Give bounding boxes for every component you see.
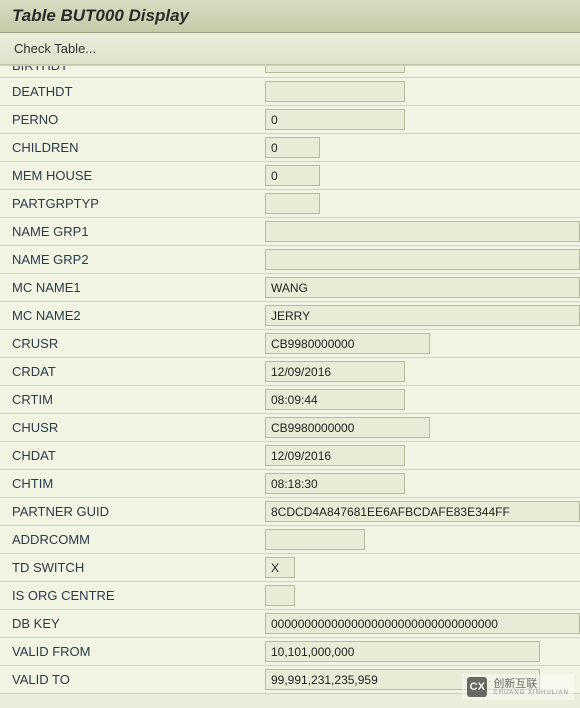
field-input[interactable]: CB9980000000: [265, 417, 430, 438]
watermark: CX 创新互联 CHUANG XINHULIAN: [462, 674, 574, 700]
page-title: Table BUT000 Display: [12, 6, 568, 26]
form-row: CRUSRCB9980000000: [0, 330, 580, 358]
field-label: VALID TO: [0, 666, 265, 693]
field-label: CHTIM: [0, 470, 265, 497]
form-row: TD SWITCHX: [0, 554, 580, 582]
field-value-cell: [265, 526, 580, 553]
form-row: MC NAME2JERRY: [0, 302, 580, 330]
field-value-cell: CB9980000000: [265, 414, 580, 441]
field-label: VALID FROM: [0, 638, 265, 665]
field-input[interactable]: [265, 81, 405, 102]
field-label: MC NAME1: [0, 274, 265, 301]
field-input[interactable]: 08:18:30: [265, 473, 405, 494]
field-label: ADDRCOMM: [0, 526, 265, 553]
field-input[interactable]: CB9980000000: [265, 333, 430, 354]
field-input[interactable]: 10,101,000,000: [265, 641, 540, 662]
check-table-menu[interactable]: Check Table...: [14, 41, 96, 56]
form-row: CHILDREN0: [0, 134, 580, 162]
form-row: CRDAT12/09/2016: [0, 358, 580, 386]
field-input[interactable]: [265, 66, 405, 73]
field-value-cell: [265, 246, 580, 273]
field-input[interactable]: [265, 529, 365, 550]
field-label: CRDAT: [0, 358, 265, 385]
field-value-cell: 0: [265, 134, 580, 161]
watermark-sub: CHUANG XINHULIAN: [493, 690, 569, 696]
field-input[interactable]: 0: [265, 109, 405, 130]
watermark-icon: CX: [467, 677, 487, 697]
title-bar: Table BUT000 Display: [0, 0, 580, 33]
form-row: PARTGRPTYP: [0, 190, 580, 218]
field-label: DEATHDT: [0, 78, 265, 105]
field-input[interactable]: 0000000000000000000000000000000000: [265, 613, 580, 634]
field-value-cell: [265, 78, 580, 105]
field-input[interactable]: 0: [265, 137, 320, 158]
field-value-cell: 08:18:30: [265, 470, 580, 497]
field-input[interactable]: [265, 221, 580, 242]
field-value-cell: [265, 190, 580, 217]
field-value-cell: 12/09/2016: [265, 442, 580, 469]
field-label: PARTGRPTYP: [0, 190, 265, 217]
form-row: CHDAT12/09/2016: [0, 442, 580, 470]
form-row: CHTIM08:18:30: [0, 470, 580, 498]
field-label: CHILDREN: [0, 134, 265, 161]
form-row: PERNO0: [0, 106, 580, 134]
field-input[interactable]: WANG: [265, 277, 580, 298]
field-input[interactable]: JERRY: [265, 305, 580, 326]
field-input[interactable]: [265, 249, 580, 270]
watermark-text: 创新互联: [493, 679, 569, 690]
field-input[interactable]: 0: [265, 165, 320, 186]
field-label: PERNO: [0, 106, 265, 133]
form-row: DB KEY0000000000000000000000000000000000: [0, 610, 580, 638]
field-value-cell: 08:09:44: [265, 386, 580, 413]
field-value-cell: 0000000000000000000000000000000000: [265, 610, 580, 637]
field-value-cell: X: [265, 554, 580, 581]
form-row: MEM HOUSE0: [0, 162, 580, 190]
form-row: CHUSRCB9980000000: [0, 414, 580, 442]
form-area: BIRTHDTDEATHDTPERNO0CHILDREN0MEM HOUSE0P…: [0, 65, 580, 694]
field-value-cell: [265, 66, 580, 77]
form-row: DEATHDT: [0, 78, 580, 106]
form-row: VALID FROM10,101,000,000: [0, 638, 580, 666]
field-input[interactable]: [265, 585, 295, 606]
form-row: MC NAME1WANG: [0, 274, 580, 302]
field-label: CRTIM: [0, 386, 265, 413]
field-input[interactable]: 8CDCD4A847681EE6AFBCDAFE83E344FF: [265, 501, 580, 522]
field-label: CHDAT: [0, 442, 265, 469]
field-input[interactable]: 12/09/2016: [265, 445, 405, 466]
form-row: ADDRCOMM: [0, 526, 580, 554]
field-label: CRUSR: [0, 330, 265, 357]
field-value-cell: 12/09/2016: [265, 358, 580, 385]
field-value-cell: 0: [265, 106, 580, 133]
field-value-cell: [265, 218, 580, 245]
form-row: CRTIM08:09:44: [0, 386, 580, 414]
field-label: MEM HOUSE: [0, 162, 265, 189]
field-value-cell: JERRY: [265, 302, 580, 329]
field-input[interactable]: 12/09/2016: [265, 361, 405, 382]
field-label: BIRTHDT: [0, 66, 265, 77]
toolbar: Check Table...: [0, 33, 580, 65]
field-input[interactable]: 08:09:44: [265, 389, 405, 410]
form-row: IS ORG CENTRE: [0, 582, 580, 610]
field-label: CHUSR: [0, 414, 265, 441]
field-label: DB KEY: [0, 610, 265, 637]
field-label: TD SWITCH: [0, 554, 265, 581]
field-label: IS ORG CENTRE: [0, 582, 265, 609]
form-row: NAME GRP2: [0, 246, 580, 274]
field-value-cell: 10,101,000,000: [265, 638, 580, 665]
form-row: NAME GRP1: [0, 218, 580, 246]
field-label: NAME GRP1: [0, 218, 265, 245]
field-value-cell: [265, 582, 580, 609]
field-label: MC NAME2: [0, 302, 265, 329]
field-value-cell: 8CDCD4A847681EE6AFBCDAFE83E344FF: [265, 498, 580, 525]
field-input[interactable]: [265, 193, 320, 214]
field-value-cell: CB9980000000: [265, 330, 580, 357]
form-row: BIRTHDT: [0, 66, 580, 78]
field-label: NAME GRP2: [0, 246, 265, 273]
form-row: PARTNER GUID8CDCD4A847681EE6AFBCDAFE83E3…: [0, 498, 580, 526]
field-value-cell: WANG: [265, 274, 580, 301]
field-input[interactable]: X: [265, 557, 295, 578]
field-value-cell: 0: [265, 162, 580, 189]
field-label: PARTNER GUID: [0, 498, 265, 525]
